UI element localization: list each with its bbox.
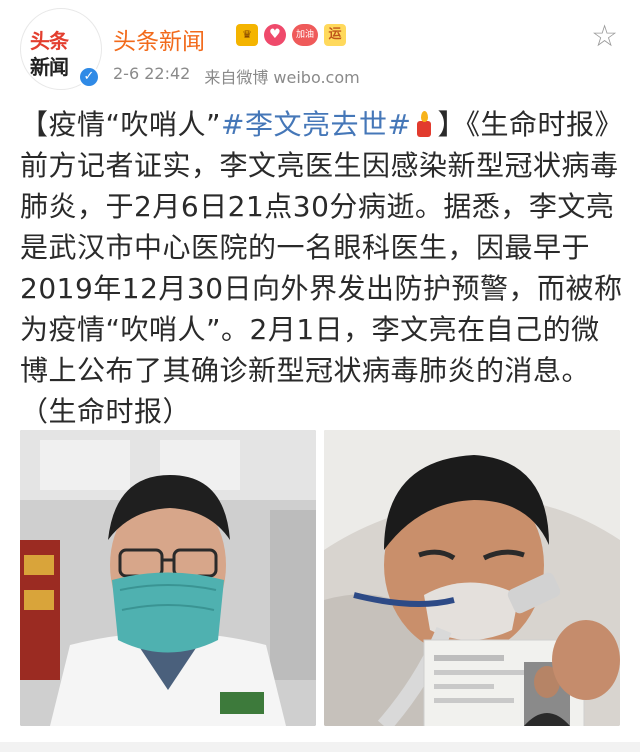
post-time: 2-6 22:42 [113,64,191,83]
post-text: 【疫情“吹哨人”#李文亮去世# 】《生命时报》前方记者证实，李文亮医生因感染新型冠… [20,104,624,432]
post-text-body: 】《生命时报》前方记者证实，李文亮医生因感染新型冠状病毒肺炎，于2月6日21点3… [20,108,623,428]
verified-check-icon: ✓ [78,66,100,88]
hospital-bed-image [324,430,620,726]
post-meta: 2-6 22:42 来自微博 weibo.com [113,64,360,88]
cheer-badge[interactable]: 加油 [292,24,318,46]
post-image-1[interactable] [20,430,316,726]
heart-badge-icon[interactable]: ♥ [264,24,286,46]
avatar-logo-top: 头条 [30,29,69,53]
doctor-portrait-image [20,430,316,726]
post-header: 头条 新闻 ✓ 头条新闻 ♛ ♥ 加油 运 2-6 22:42 来自微博 wei… [0,0,640,96]
post-text-lead: 【疫情“吹哨人” [20,108,222,141]
user-badges: ♛ ♥ 加油 运 [236,24,346,46]
crown-badge-icon[interactable]: ♛ [236,24,258,46]
yun-badge[interactable]: 运 [324,24,346,46]
card-divider [0,742,640,752]
post-image-2[interactable] [324,430,620,726]
user-name[interactable]: 头条新闻 [113,22,205,56]
star-icon[interactable]: ☆ [591,22,618,52]
avatar-logo-bottom: 新闻 [30,55,69,79]
candle-icon [413,111,435,137]
post-source[interactable]: 来自微博 weibo.com [204,64,359,88]
hashtag-link[interactable]: #李文亮去世# [221,108,411,141]
